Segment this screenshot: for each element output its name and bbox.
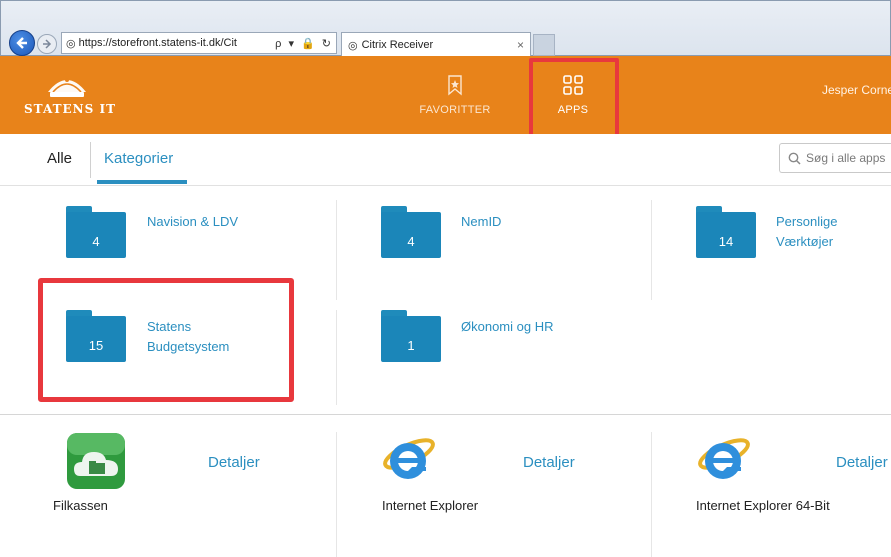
forward-button[interactable] [37,34,57,54]
browser-chrome: ◎ https://storefront.statens-it.dk/Cit ρ… [0,0,891,57]
app-details-link[interactable]: Detaljer [208,454,260,471]
address-tools[interactable]: ρ ▾ 🔒 ↻ [275,37,336,50]
folder-icon: 14 [696,206,756,258]
section-divider [0,414,891,415]
new-tab-button[interactable] [533,34,555,56]
tab-close-icon[interactable]: × [517,38,524,52]
sub-navigation: Alle Kategorier Søg i alle apps [0,134,891,186]
search-placeholder: Søg i alle apps [806,151,886,165]
tab-favicon-icon: ◎ [348,39,358,52]
nav-favoritter-label: FAVORITTER [419,104,491,116]
search-icon [788,152,801,165]
app-name: Internet Explorer [382,498,479,513]
category-divider [651,200,652,300]
user-name[interactable]: Jesper Corne [822,83,891,97]
folder-icon: 4 [381,206,441,258]
folder-count: 4 [92,234,100,249]
filkassen-cloud-icon [67,433,125,489]
nav-favoritter[interactable]: FAVORITTER [415,56,495,134]
category-name: Personlige Værktøjer [776,214,838,249]
folder-count: 14 [718,234,734,249]
category-name: NemID [461,214,502,229]
category-name: Navision & LDV [147,214,239,229]
tab-kategorier[interactable]: Kategorier [104,150,173,167]
internet-explorer-icon [698,438,750,479]
category-name: Økonomi og HR [461,319,554,334]
folder-icon: 1 [381,310,441,362]
back-button[interactable] [9,30,35,56]
app-divider [651,432,652,557]
app-name: Internet Explorer 64-Bit [696,498,830,513]
folder-count: 1 [407,338,415,353]
subnav-divider [90,142,91,178]
category-highlight-box [38,278,294,402]
folder-icon: 4 [66,206,126,258]
address-text: https://storefront.statens-it.dk/Cit [78,37,237,49]
forward-arrow-icon [43,39,52,49]
app-details-link[interactable]: Detaljer [523,454,575,471]
statens-it-logo: STATENS IT [22,72,132,120]
apps-highlight-box [529,58,619,138]
screen: ◎ https://storefront.statens-it.dk/Cit ρ… [0,0,891,557]
app-header: STATENS IT FAVORITTER APPS Jesper Corne [0,56,891,134]
folder-count: 4 [407,234,415,249]
app-name: Filkassen [53,498,108,513]
back-arrow-icon [16,37,27,49]
internet-explorer-icon [383,438,435,479]
active-tab-indicator [97,180,187,184]
category-divider [336,310,337,405]
category-divider [336,200,337,300]
site-icon: ◎ [66,37,76,50]
tab-title: Citrix Receiver [361,39,434,51]
address-bar[interactable]: ◎ https://storefront.statens-it.dk/Cit ρ… [61,32,337,54]
search-input[interactable]: Søg i alle apps [779,143,891,173]
browser-tab[interactable]: ◎ Citrix Receiver × [341,32,531,57]
app-details-link[interactable]: Detaljer [836,454,888,471]
app-divider [336,432,337,557]
logo-text: STATENS IT [24,102,117,116]
crown-icon [48,78,86,97]
bookmark-icon [448,75,462,96]
tab-alle[interactable]: Alle [47,150,72,167]
